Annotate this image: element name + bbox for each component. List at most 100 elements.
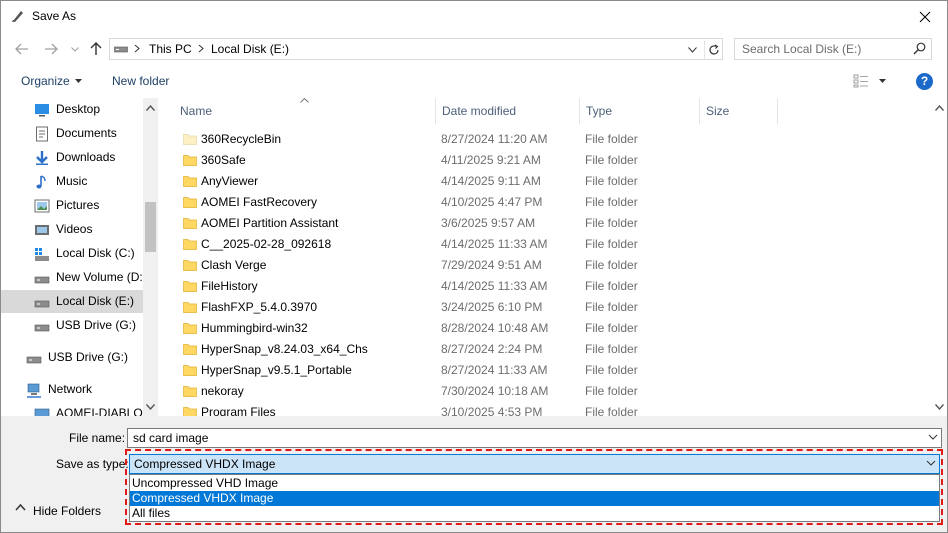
pen-icon	[12, 11, 23, 22]
save-as-dialog: Save As This PC Local Disk (E:) Search L…	[0, 0, 948, 533]
column-header-size[interactable]: Size	[700, 98, 778, 124]
title-bar: Save As	[1, 1, 947, 33]
hide-folders-button[interactable]: Hide Folders	[33, 504, 101, 518]
list-item[interactable]: FileHistory 4/14/2025 11:33 AM File folder	[159, 276, 933, 297]
file-name: 360Safe	[201, 153, 246, 167]
list-item[interactable]: HyperSnap_v8.24.03_x64_Chs 8/27/2024 2:24…	[159, 339, 933, 360]
file-type: File folder	[585, 405, 638, 416]
nav-item-videos[interactable]: Videos	[1, 218, 144, 241]
date-modified: 3/24/2025 6:10 PM	[441, 300, 543, 314]
nav-item-aomei-diablos[interactable]: AOMEI-DIABLOS	[1, 402, 144, 416]
help-button[interactable]: ?	[916, 73, 933, 90]
list-item[interactable]: nekoray 7/30/2024 10:18 AM File folder	[159, 381, 933, 402]
list-item[interactable]: HyperSnap_v9.5.1_Portable 8/27/2024 11:33…	[159, 360, 933, 381]
back-button[interactable]	[11, 38, 33, 60]
organize-button[interactable]: Organize	[21, 74, 70, 88]
save-as-type-dropdown-list: Uncompressed VHD Image Compressed VHDX I…	[129, 474, 940, 522]
save-options-panel: File name: sd card image Save as type: C…	[1, 416, 947, 532]
column-header-date-modified[interactable]: Date modified	[436, 98, 580, 124]
chevron-up-icon	[146, 105, 155, 111]
up-button[interactable]	[85, 38, 107, 60]
date-modified: 8/27/2024 11:20 AM	[441, 132, 548, 146]
refresh-button[interactable]	[704, 41, 722, 59]
nav-item-pictures[interactable]: Pictures	[1, 194, 144, 217]
chevron-down-icon[interactable]	[879, 79, 886, 83]
folder-icon	[183, 365, 197, 376]
nav-label: USB Drive (G:)	[48, 350, 129, 364]
scroll-up-button[interactable]	[932, 101, 947, 115]
chevron-down-icon[interactable]	[926, 458, 936, 468]
file-list-scrollbar[interactable]	[932, 98, 947, 416]
option-all-files[interactable]: All files	[130, 506, 939, 521]
option-compressed-vhdx[interactable]: Compressed VHDX Image	[130, 491, 939, 506]
option-uncompressed-vhd[interactable]: Uncompressed VHD Image	[130, 476, 939, 491]
desktop-icon	[35, 104, 49, 117]
search-icon	[913, 42, 926, 55]
file-name: AOMEI FastRecovery	[201, 195, 318, 209]
nav-label: AOMEI-DIABLOS	[56, 406, 144, 416]
nav-item-music[interactable]: Music	[1, 170, 144, 193]
nav-item-downloads[interactable]: Downloads	[1, 146, 144, 169]
list-item[interactable]: AnyViewer 4/14/2025 9:11 AM File folder	[159, 171, 933, 192]
nav-label: Music	[56, 174, 88, 188]
folder-icon	[183, 176, 197, 187]
chevron-down-icon	[71, 46, 79, 52]
computer-icon	[34, 408, 50, 416]
new-folder-button[interactable]: New folder	[112, 74, 169, 88]
close-button[interactable]	[903, 1, 947, 32]
address-bar[interactable]: This PC Local Disk (E:)	[109, 38, 723, 60]
view-options-icon[interactable]	[853, 74, 869, 88]
list-item[interactable]: AOMEI Partition Assistant 3/6/2025 9:57 A…	[159, 213, 933, 234]
folder-icon	[183, 260, 197, 271]
nav-item-usb-drive-g-root[interactable]: USB Drive (G:)	[1, 346, 144, 369]
file-type: File folder	[585, 153, 638, 167]
file-name: Clash Verge	[201, 258, 267, 272]
list-item[interactable]: Clash Verge 7/29/2024 9:51 AM File folder	[159, 255, 933, 276]
nav-item-desktop[interactable]: Desktop	[1, 98, 144, 121]
recent-dropdown[interactable]	[64, 38, 86, 60]
file-type: File folder	[585, 363, 638, 377]
scroll-up-button[interactable]	[143, 101, 158, 115]
save-as-type-select[interactable]: Compressed VHDX Image	[129, 454, 940, 474]
list-item[interactable]: Hummingbird-win32 8/28/2024 10:48 AM File …	[159, 318, 933, 339]
list-item[interactable]: 360Safe 4/11/2025 9:21 AM File folder	[159, 150, 933, 171]
file-type: File folder	[585, 342, 638, 356]
forward-button[interactable]	[40, 38, 62, 60]
file-name-field[interactable]: sd card image	[127, 428, 942, 448]
search-input[interactable]: Search Local Disk (E:)	[734, 38, 932, 60]
list-item[interactable]: 360RecycleBin 8/27/2024 11:20 AM File fold…	[159, 129, 933, 150]
column-header-type[interactable]: Type	[580, 98, 700, 124]
scrollbar-thumb[interactable]	[145, 202, 156, 252]
column-header-name[interactable]: Name	[174, 98, 436, 124]
list-item[interactable]: FlashFXP_5.4.0.3970 3/24/2025 6:10 PM File…	[159, 297, 933, 318]
date-modified: 4/14/2025 11:33 AM	[441, 237, 548, 251]
chevron-up-icon[interactable]	[15, 503, 26, 512]
nav-item-local-disk-e[interactable]: Local Disk (E:)	[1, 290, 144, 313]
date-modified: 8/28/2024 10:48 AM	[441, 321, 549, 335]
nav-item-new-volume-d[interactable]: New Volume (D:)	[1, 266, 144, 289]
scroll-down-button[interactable]	[143, 400, 158, 414]
save-as-type-label: Save as type:	[56, 457, 129, 471]
address-history-button[interactable]	[684, 42, 700, 58]
usb-drive-icon	[34, 324, 50, 332]
folder-icon	[183, 302, 197, 313]
file-type: File folder	[585, 300, 638, 314]
file-type: File folder	[585, 321, 638, 335]
breadcrumb-local-disk-e[interactable]: Local Disk (E:)	[211, 42, 289, 56]
list-item[interactable]: C__2025-02-28_092618 4/14/2025 11:33 AM Fi…	[159, 234, 933, 255]
nav-item-network[interactable]: Network	[1, 378, 144, 401]
list-item[interactable]: AOMEI FastRecovery 4/10/2025 4:47 PM File …	[159, 192, 933, 213]
date-modified: 3/6/2025 9:57 AM	[441, 216, 536, 230]
command-bar: Organize New folder ?	[1, 67, 947, 97]
nav-item-usb-drive-g[interactable]: USB Drive (G:)	[1, 314, 144, 337]
file-type: File folder	[585, 132, 638, 146]
chevron-down-icon[interactable]	[928, 432, 938, 442]
nav-item-local-disk-c[interactable]: Local Disk (C:)	[1, 242, 144, 265]
scroll-down-button[interactable]	[932, 400, 947, 414]
windows-drive-icon	[35, 248, 49, 261]
file-name: Program Files	[201, 405, 276, 416]
breadcrumb-this-pc[interactable]: This PC	[149, 42, 192, 56]
nav-item-documents[interactable]: Documents	[1, 122, 144, 145]
nav-scrollbar[interactable]	[143, 98, 158, 416]
list-item[interactable]: Program Files 3/10/2025 4:53 PM File folde…	[159, 402, 933, 416]
